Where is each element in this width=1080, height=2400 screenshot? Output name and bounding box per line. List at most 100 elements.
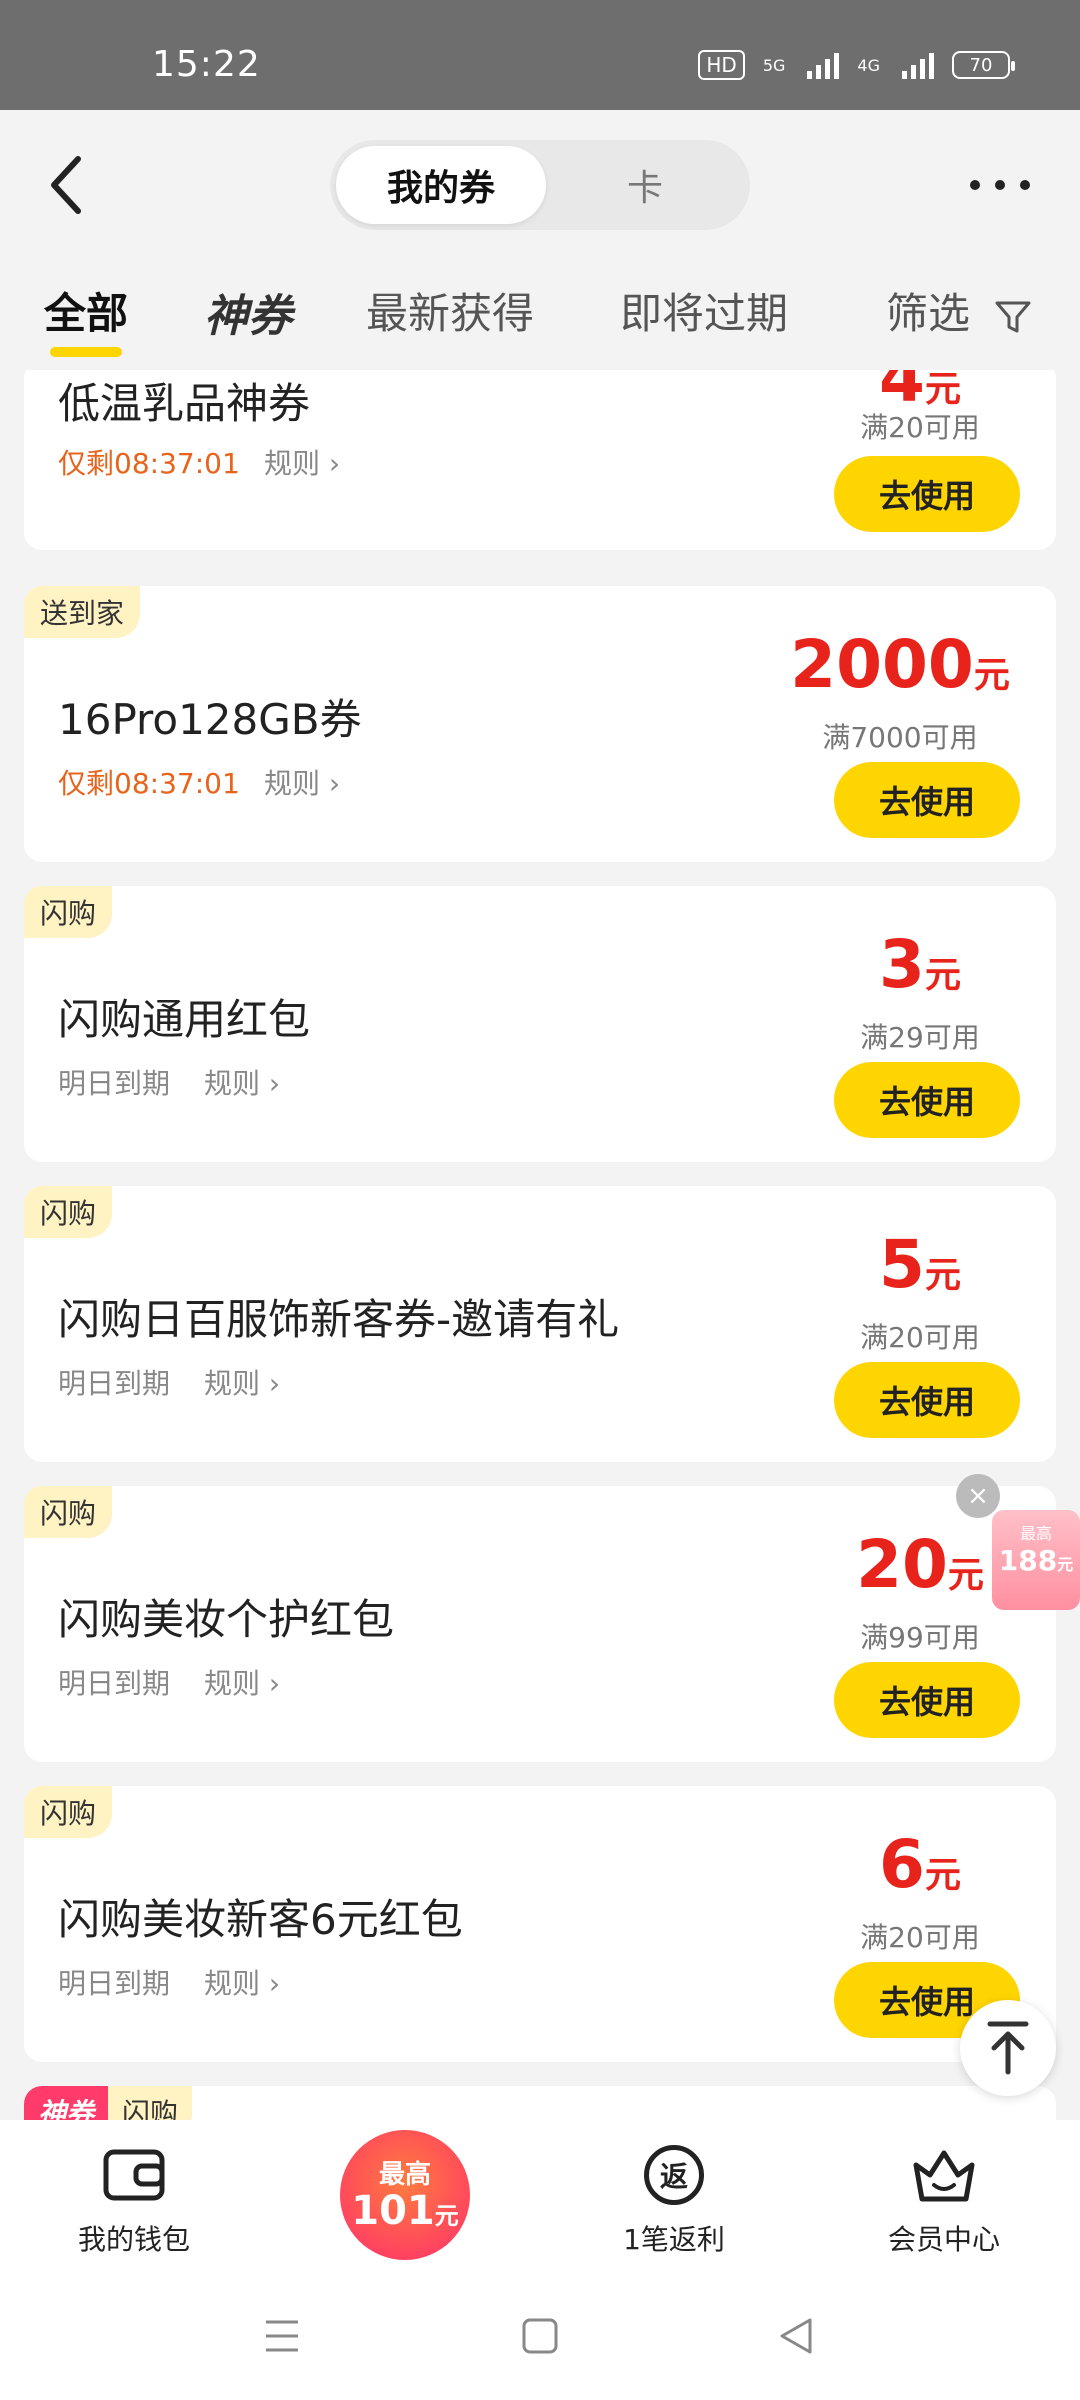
bottom-nav: 我的钱包 最高 101元 返 1笔返利 会员中心 — [0, 2120, 1080, 2270]
coupon-condition: 满20可用 — [860, 1321, 980, 1354]
coupon-tag: 闪购 — [108, 2086, 193, 2120]
coupon-amount: 2000元 — [780, 626, 1020, 703]
coupon-expire: 仅剩08:37:01 — [58, 767, 240, 800]
coupon-rule-link[interactable]: 规则 › — [264, 442, 340, 482]
tab-super-coupon[interactable]: 神券 — [204, 280, 292, 344]
promo-circle-unit: 元 — [434, 2202, 459, 2230]
back-button[interactable] — [36, 150, 96, 220]
use-button[interactable]: 去使用 — [834, 1362, 1020, 1438]
coupon-card: 闪购 闪购美妆个护红包 明日到期 规则 › 20元 满99可用 去使用 — [24, 1486, 1056, 1762]
coupon-expire: 仅剩08:37:01 — [58, 447, 240, 480]
coupon-amount: 6元 — [820, 1826, 1020, 1903]
coupon-amount-value: 5 — [879, 1226, 925, 1303]
arrow-up-icon — [987, 2021, 1029, 2075]
coupon-amount: 5元 — [820, 1226, 1020, 1303]
nav-wallet-label: 我的钱包 — [77, 2223, 190, 2256]
coupon-amount-value: 6 — [879, 1826, 925, 1903]
coupon-rule-link[interactable]: 规则 › — [204, 1062, 280, 1102]
tab-newest[interactable]: 最新获得 — [366, 280, 534, 341]
coupon-expire: 明日到期 — [58, 1667, 171, 1700]
coupon-rule-label: 规则 — [204, 1367, 261, 1400]
chevron-right-icon: › — [268, 1067, 281, 1100]
toggle-cards[interactable]: 卡 — [550, 146, 740, 224]
coupon-expire: 明日到期 — [58, 1067, 171, 1100]
tab-all[interactable]: 全部 — [44, 280, 128, 357]
use-button[interactable]: 去使用 — [834, 762, 1020, 838]
coupon-amount-unit: 元 — [924, 1255, 961, 1296]
scroll-top-button[interactable] — [960, 2000, 1056, 2096]
coupon-tag: 闪购 — [24, 886, 113, 938]
coupon-rule-label: 规则 — [204, 1067, 261, 1100]
floating-promo-number: 188 — [998, 1544, 1058, 1577]
menu-icon[interactable] — [262, 2316, 302, 2356]
coupon-rule-link[interactable]: 规则 › — [264, 762, 340, 802]
coupon-tag: 闪购 — [24, 1786, 113, 1838]
chevron-right-icon: › — [328, 767, 341, 800]
coupon-title: 闪购美妆个护红包 — [58, 1595, 395, 1644]
use-button[interactable]: 去使用 — [834, 1062, 1020, 1138]
status-icons: HD 5G 4G 70 — [698, 50, 1015, 80]
coupon-rule-link[interactable]: 规则 › — [204, 1362, 280, 1402]
coupon-amount-unit: 元 — [924, 370, 961, 410]
coupon-title: 低温乳品神券 — [58, 379, 311, 428]
use-button[interactable]: 去使用 — [834, 1662, 1020, 1738]
system-nav-bar — [0, 2270, 1080, 2400]
nav-rebate[interactable]: 返 1笔返利 — [574, 2140, 774, 2258]
coupon-card-toggle: 我的券 卡 — [330, 140, 750, 230]
coupon-rule-label: 规则 — [204, 1667, 261, 1700]
coupon-card: 低温乳品神券 仅剩08:37:01 规则 › 4元 满20可用 去使用 — [24, 370, 1056, 550]
coupon-tag-hot: 神券 — [24, 2086, 109, 2120]
coupon-amount-unit: 元 — [924, 1855, 961, 1896]
rebate-icon: 返 — [644, 2145, 704, 2205]
coupon-amount-unit: 元 — [973, 655, 1010, 696]
nav-rebate-label: 1笔返利 — [623, 2223, 725, 2256]
promo-circle-amount: 101元 — [351, 2191, 459, 2236]
nav-wallet[interactable]: 我的钱包 — [34, 2140, 234, 2258]
coupon-condition: 满99可用 — [860, 1621, 980, 1654]
coupon-amount-unit: 元 — [947, 1555, 984, 1596]
coupon-title: 16Pro128GB券 — [58, 695, 362, 744]
toggle-my-coupons[interactable]: 我的券 — [336, 146, 546, 224]
use-button[interactable]: 去使用 — [834, 456, 1020, 532]
coupon-amount-unit: 元 — [924, 955, 961, 996]
coupon-amount: 20元 — [820, 1526, 1020, 1603]
promo-circle-top: 最高 — [378, 2160, 431, 2190]
chevron-right-icon: › — [268, 1667, 281, 1700]
coupon-condition: 满29可用 — [860, 1021, 980, 1054]
chevron-right-icon: › — [268, 1367, 281, 1400]
floating-promo-line1: 最高 — [1019, 1524, 1052, 1543]
coupon-condition: 满20可用 — [860, 1921, 980, 1954]
coupon-rule-label: 规则 — [264, 447, 321, 480]
hd-icon: HD — [698, 50, 745, 80]
coupon-condition: 满7000可用 — [822, 721, 978, 754]
tab-filter[interactable]: 筛选 — [886, 280, 1033, 341]
header: 我的券 卡 全部 神券 最新获得 即将过期 筛选 — [0, 110, 1080, 370]
back-chevron-icon — [51, 156, 81, 214]
promo-circle-button[interactable]: 最高 101元 — [340, 2130, 470, 2260]
tab-filter-label: 筛选 — [886, 289, 971, 338]
crown-basket-icon — [913, 2150, 975, 2202]
battery-icon: 70 — [952, 51, 1015, 79]
wallet-icon — [103, 2149, 165, 2201]
home-square-icon[interactable] — [520, 2316, 560, 2356]
tab-expiring[interactable]: 即将过期 — [620, 280, 788, 341]
coupon-tags: 神券 闪购 — [24, 2086, 193, 2120]
coupon-rule-label: 规则 — [204, 1967, 261, 2000]
coupon-amount-value: 2000 — [790, 626, 974, 703]
status-bar: 15:22 HD 5G 4G 70 — [0, 0, 1080, 110]
nav-member-center[interactable]: 会员中心 — [844, 2140, 1044, 2258]
chevron-right-icon: › — [328, 447, 341, 480]
floating-promo-card[interactable]: 最高 188元 — [992, 1510, 1080, 1610]
coupon-rule-link[interactable]: 规则 › — [204, 1662, 280, 1702]
coupon-rule-label: 规则 — [264, 767, 321, 800]
close-icon[interactable]: × — [956, 1474, 1000, 1518]
floating-promo[interactable]: 最高 188元 × — [956, 1474, 1080, 1620]
coupon-list[interactable]: 低温乳品神券 仅剩08:37:01 规则 › 4元 满20可用 去使用 送到家 … — [0, 370, 1080, 2120]
back-triangle-icon[interactable] — [776, 2316, 816, 2356]
coupon-condition: 满20可用 — [860, 411, 980, 444]
status-time: 15:22 — [152, 44, 261, 85]
chevron-right-icon: › — [268, 1967, 281, 2000]
more-dots-icon[interactable] — [970, 170, 1030, 200]
signal-icon-2 — [902, 51, 934, 79]
coupon-rule-link[interactable]: 规则 › — [204, 1962, 280, 2002]
